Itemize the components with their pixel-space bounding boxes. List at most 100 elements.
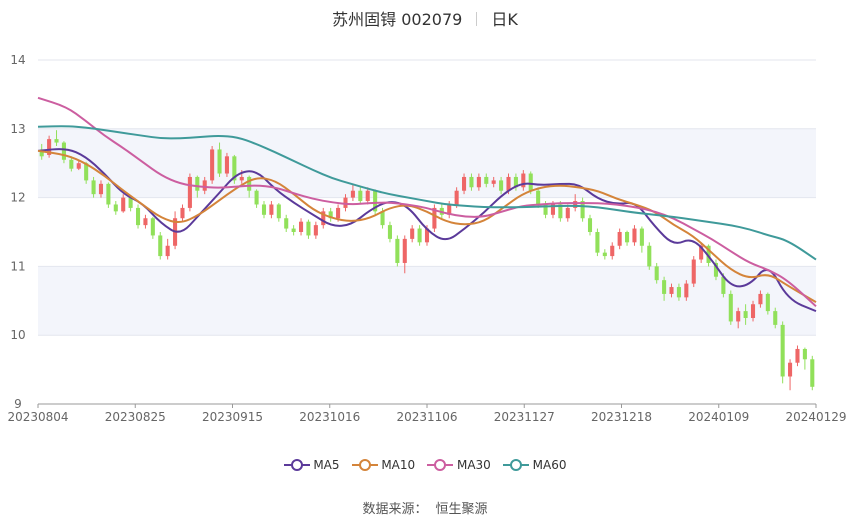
candle-body	[247, 176, 252, 191]
candle-body	[765, 293, 770, 312]
candle-body	[647, 245, 652, 267]
x-tick-label: 20231016	[299, 410, 360, 424]
candle-body	[210, 149, 215, 181]
candle-body	[743, 311, 748, 318]
candle-body	[410, 228, 415, 239]
data-source: 数据来源： 恒生聚源	[0, 498, 850, 517]
candle-body	[810, 359, 815, 387]
x-tick-label: 20231218	[591, 410, 652, 424]
legend-item-ma5[interactable]: MA5	[283, 458, 340, 472]
candle-body	[602, 252, 607, 257]
x-tick-label: 20240109	[688, 410, 749, 424]
candle-body	[565, 207, 570, 219]
y-tick-label: 11	[10, 259, 25, 273]
candle-body	[750, 304, 756, 318]
candle-body	[506, 176, 511, 191]
x-tick-label: 20231127	[494, 410, 555, 424]
candle-body	[365, 190, 370, 202]
candle-body	[395, 238, 400, 263]
candle-body	[69, 159, 74, 169]
legend-label: MA10	[377, 458, 416, 472]
candle-body	[61, 142, 66, 160]
candle-body	[180, 207, 185, 219]
y-tick-label: 13	[10, 122, 25, 136]
candle-body	[491, 180, 496, 184]
y-tick-label: 9	[14, 397, 22, 411]
candle-body	[336, 207, 341, 219]
legend-item-ma60[interactable]: MA60	[502, 458, 567, 472]
legend-marker-icon	[351, 459, 378, 471]
candle-body	[284, 218, 289, 229]
candle-body	[76, 163, 81, 169]
candle-body	[669, 287, 674, 294]
candle-body	[795, 348, 800, 363]
candle-body	[135, 207, 141, 226]
candle-body	[202, 180, 207, 191]
y-tick-label: 12	[10, 191, 25, 205]
x-tick-label: 20230915	[202, 410, 263, 424]
candle-body	[291, 228, 296, 232]
legend-item-ma10[interactable]: MA10	[351, 458, 416, 472]
candle-body	[780, 324, 785, 377]
candle-body	[98, 183, 104, 195]
candle-body	[462, 176, 467, 191]
candle-body	[380, 211, 385, 226]
candle-body	[454, 190, 459, 205]
candle-body	[536, 190, 541, 205]
candle-body	[239, 176, 244, 181]
legend-marker-icon	[427, 459, 454, 471]
candle-body	[469, 176, 474, 188]
y-tick-label: 10	[10, 328, 25, 342]
legend-item-ma30[interactable]: MA30	[427, 458, 491, 472]
legend-label: MA60	[528, 458, 567, 472]
candle-body	[224, 156, 229, 174]
candle-body	[187, 176, 192, 208]
candle-body	[499, 180, 504, 191]
kline-chart: 9 10 11 12 13 14 20230804 20230825 20230915 20231…	[7, 53, 846, 424]
candle-body	[306, 221, 311, 236]
chart-container: 苏州固锝 002079 日K 9 10 11 12 13 14 20230804 2023082…	[0, 0, 850, 517]
candle-body	[387, 225, 392, 239]
candle-body	[402, 238, 407, 263]
candle-body	[269, 204, 274, 215]
source-label: 数据来源：	[362, 502, 428, 517]
grid-band	[38, 266, 816, 336]
candle-body	[261, 204, 267, 215]
candle-body	[91, 180, 96, 195]
candle-body	[617, 232, 622, 246]
candle-body	[662, 280, 667, 294]
candle-body	[106, 183, 111, 205]
candle-body	[758, 293, 763, 305]
candle-body	[276, 204, 281, 219]
candle-body	[610, 245, 615, 257]
x-tick-label: 20231106	[396, 410, 457, 424]
candle-body	[54, 139, 59, 143]
candle-body	[736, 311, 741, 322]
candle-body	[121, 197, 126, 212]
candle-body	[158, 235, 163, 257]
candle-body	[254, 190, 259, 205]
grid-band	[38, 128, 816, 198]
y-tick-label: 14	[10, 53, 25, 67]
candle-body	[165, 245, 170, 257]
candle-body	[632, 228, 637, 243]
legend-label: MA5	[309, 458, 340, 472]
candle-body	[195, 176, 200, 191]
legend-label: MA30	[453, 458, 491, 472]
candle-body	[595, 232, 600, 253]
source-provider: 恒生聚源	[435, 502, 488, 517]
candle-body	[684, 283, 689, 298]
x-tick-label: 20240129	[785, 410, 846, 424]
candle-body	[299, 221, 304, 232]
candle-body	[350, 190, 355, 198]
candle-body	[417, 228, 422, 243]
candle-body	[728, 293, 733, 322]
candle-body	[676, 287, 681, 298]
x-tick-label: 20230804	[7, 410, 68, 424]
candle-body	[313, 225, 318, 236]
candle-body	[484, 176, 489, 184]
candle-body	[217, 149, 222, 174]
candle-body	[691, 259, 696, 284]
legend: MA5 MA10 MA30 MA60	[0, 458, 850, 472]
candle-body	[788, 362, 793, 377]
